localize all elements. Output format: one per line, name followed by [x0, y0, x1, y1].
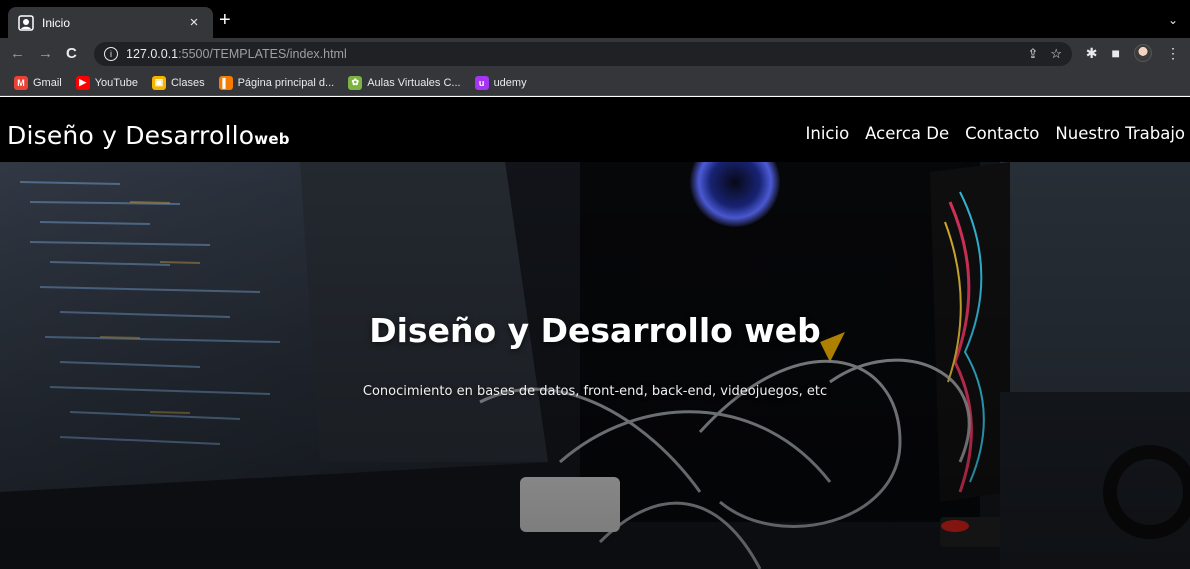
bookmark-orange-icon: ▌ [218, 75, 233, 90]
tab-close-icon[interactable]: × [185, 14, 203, 31]
youtube-icon: ▶ [75, 75, 90, 90]
share-icon[interactable]: ⇪ [1027, 46, 1038, 62]
bookmark-item[interactable]: ▌ Página principal d... [218, 75, 335, 90]
forward-arrow-icon[interactable]: → [38, 44, 53, 64]
brand-sub-text: web [254, 130, 290, 148]
profile-avatar[interactable] [1134, 44, 1152, 62]
new-tab-button[interactable]: + [219, 10, 231, 30]
sidebar-icon[interactable]: ■ [1112, 45, 1120, 61]
site-favicon-icon [18, 14, 34, 31]
hero-section: Diseño y Desarrollo web Conocimiento en … [0, 162, 1190, 569]
tab-search-chevron-icon[interactable]: ⌄ [1168, 13, 1178, 27]
hero-title: Diseño y Desarrollo web [369, 311, 821, 350]
extensions-icon[interactable]: ✱ [1086, 45, 1098, 62]
nav-link-inicio[interactable]: Inicio [806, 124, 850, 143]
bookmark-item[interactable]: u udemy [474, 75, 527, 90]
url-host: 127.0.0.1 [126, 47, 179, 61]
bookmark-label: Página principal d... [237, 76, 335, 89]
nav-link-acerca-de[interactable]: Acerca De [865, 124, 949, 143]
tab-title: Inicio [42, 15, 71, 30]
udemy-icon: u [474, 75, 489, 90]
site-header: Diseño y Desarrolloweb Inicio Acerca De … [0, 97, 1190, 162]
site-logo[interactable]: Diseño y Desarrolloweb [7, 121, 290, 150]
bookmark-item[interactable]: ▣ Clases [151, 75, 205, 90]
nav-link-contacto[interactable]: Contacto [965, 124, 1039, 143]
browser-tab-inicio[interactable]: Inicio × [8, 7, 213, 38]
bookmark-leaf-icon: ✿ [348, 75, 363, 90]
hero-subtitle: Conocimiento en bases de datos, front-en… [362, 384, 828, 399]
bookmark-label: Clases [170, 76, 205, 89]
bookmark-item[interactable]: M Gmail [14, 75, 62, 90]
bookmarks-bar: M Gmail ▶ YouTube ▣ Clases ▌ Página principal d… [0, 70, 1190, 96]
browser-tab-strip: Inicio × + ⌄ [0, 0, 1190, 38]
kebab-menu-icon[interactable]: ⋮ [1166, 45, 1180, 62]
star-icon[interactable]: ☆ [1050, 46, 1062, 62]
gmail-icon: M [14, 75, 28, 90]
address-bar[interactable]: i 127.0.0.1 :5500/TEMPLATES/index.html ⇪… [94, 42, 1072, 66]
hero-background-image [0, 162, 1190, 569]
bookmark-label: Aulas Virtuales C... [367, 76, 461, 89]
main-nav: Inicio Acerca De Contacto Nuestro Trabaj… [806, 124, 1186, 143]
bookmark-item[interactable]: ✿ Aulas Virtuales C... [348, 75, 461, 90]
nav-link-nuestro-trabajo[interactable]: Nuestro Trabajo [1055, 124, 1185, 143]
site-info-icon[interactable]: i [104, 47, 118, 61]
browser-toolbar: ← → C i 127.0.0.1 :5500/TEMPLATES/index.… [0, 38, 1190, 70]
back-arrow-icon[interactable]: ← [10, 44, 25, 64]
bookmark-item[interactable]: ▶ YouTube [75, 75, 138, 90]
reload-icon[interactable]: C [66, 44, 77, 64]
bookmark-label: Gmail [33, 76, 62, 89]
classroom-icon: ▣ [151, 75, 166, 90]
url-path: :5500/TEMPLATES/index.html [178, 47, 347, 61]
bookmark-label: YouTube [94, 76, 138, 89]
bookmark-label: udemy [493, 76, 527, 89]
brand-main-text: Diseño y Desarrollo [7, 121, 255, 150]
